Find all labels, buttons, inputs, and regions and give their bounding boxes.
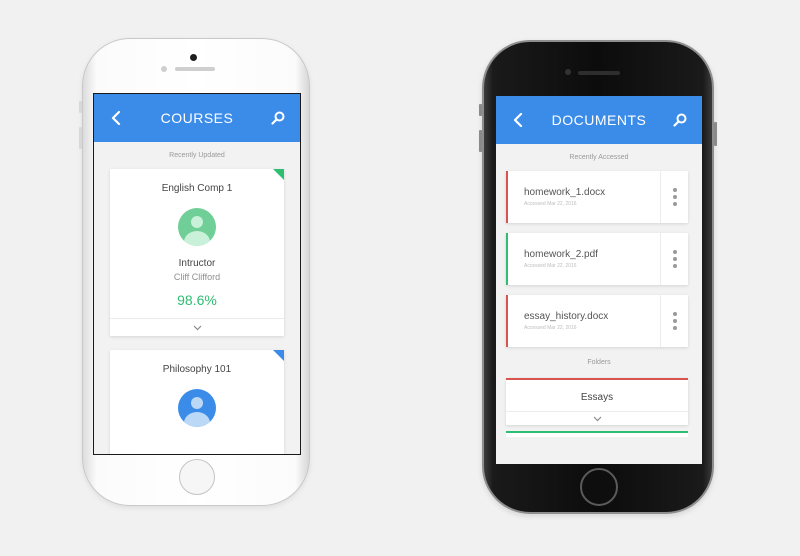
power-button — [714, 122, 717, 146]
front-camera-icon — [565, 69, 571, 75]
section-label-recently-updated: Recently Updated — [169, 152, 225, 159]
section-label-recently-accessed: Recently Accessed — [569, 154, 629, 161]
status-stripe — [506, 233, 508, 285]
home-button — [580, 468, 618, 506]
grade-value: 98.6% — [177, 292, 217, 308]
status-stripe — [506, 295, 508, 347]
course-card-philosophy[interactable]: Philosophy 101 — [110, 350, 284, 454]
document-date: Accessed Mar 22, 2016 — [524, 325, 577, 331]
chevron-down-icon — [193, 325, 201, 330]
section-label-folders: Folders — [587, 359, 611, 366]
document-row[interactable]: homework_2.pdf Accessed Mar 22, 2016 — [506, 233, 688, 285]
volume-up-button — [479, 130, 482, 152]
courses-screen: COURSES Recently Updated English Comp 1 … — [93, 93, 301, 455]
course-flag — [273, 350, 284, 361]
home-button — [179, 459, 215, 495]
document-date: Accessed Mar 22, 2016 — [524, 201, 577, 207]
search-icon[interactable] — [270, 110, 286, 126]
chevron-left-icon[interactable] — [510, 112, 526, 128]
document-date: Accessed Mar 22, 2016 — [524, 263, 577, 269]
course-flag — [273, 169, 284, 180]
mute-switch — [479, 104, 482, 116]
folder-card-essays[interactable]: Essays — [506, 378, 688, 425]
earpiece-speaker — [175, 67, 215, 71]
page-title: DOCUMENTS — [551, 112, 647, 128]
avatar — [178, 389, 216, 427]
earpiece-speaker — [578, 71, 620, 75]
folder-name: Essays — [580, 392, 614, 403]
phone-black: DOCUMENTS Recently Accessed homework_1.d… — [479, 40, 717, 514]
more-options-icon[interactable] — [660, 171, 688, 223]
status-stripe — [506, 171, 508, 223]
phone-white: COURSES Recently Updated English Comp 1 … — [79, 38, 310, 506]
avatar — [178, 208, 216, 246]
courses-header: COURSES — [94, 94, 300, 142]
page-title: COURSES — [160, 110, 234, 126]
more-options-icon[interactable] — [660, 233, 688, 285]
course-name: English Comp 1 — [161, 183, 233, 194]
document-name: essay_history.docx — [524, 311, 609, 322]
instructor-label: Intructor — [178, 258, 216, 269]
document-name: homework_2.pdf — [524, 249, 598, 260]
chevron-left-icon[interactable] — [108, 110, 124, 126]
chevron-down-icon — [593, 416, 601, 421]
document-row[interactable]: essay_history.docx Accessed Mar 22, 2016 — [506, 295, 688, 347]
folder-card-peek[interactable] — [506, 431, 688, 437]
course-card-english[interactable]: English Comp 1 Intructor Cliff Clifford … — [110, 169, 284, 336]
documents-screen: DOCUMENTS Recently Accessed homework_1.d… — [496, 96, 702, 464]
search-icon[interactable] — [672, 112, 688, 128]
front-camera-icon — [161, 66, 167, 72]
document-row[interactable]: homework_1.docx Accessed Mar 22, 2016 — [506, 171, 688, 223]
camera-icon — [190, 54, 197, 61]
expand-button[interactable] — [506, 411, 688, 425]
course-name: Philosophy 101 — [162, 364, 232, 375]
volume-up-button — [79, 127, 82, 149]
documents-header: DOCUMENTS — [496, 96, 702, 144]
instructor-name: Cliff Clifford — [173, 272, 221, 282]
more-options-icon[interactable] — [660, 295, 688, 347]
expand-button[interactable] — [110, 318, 284, 336]
document-name: homework_1.docx — [524, 187, 606, 198]
mute-switch — [79, 101, 82, 113]
